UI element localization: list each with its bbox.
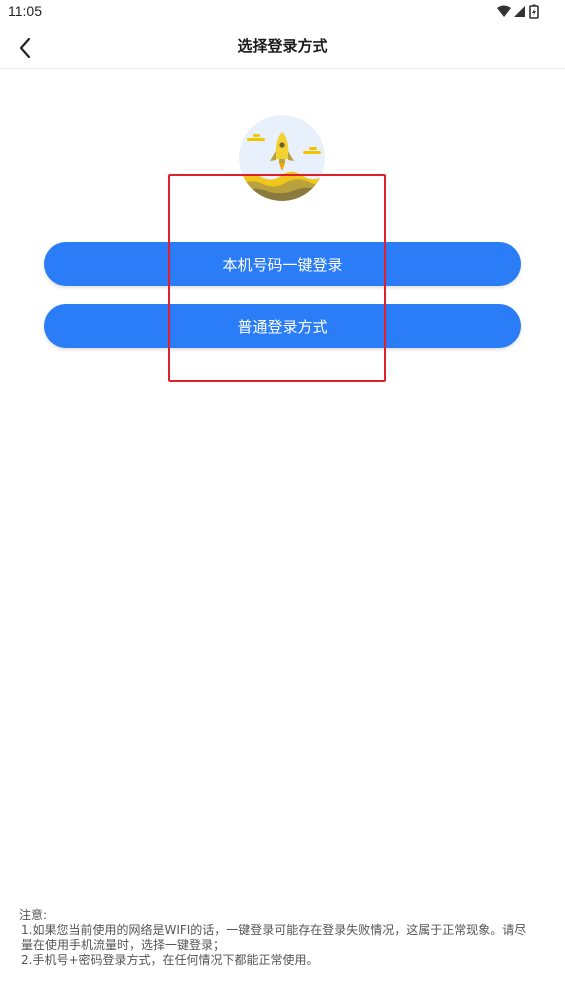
cell-signal-icon (514, 6, 525, 17)
notice-item-1: 1.如果您当前使用的网络是WIFI的话，一键登录可能存在登录失败情况，这属于正常… (21, 923, 527, 952)
wifi-icon (497, 5, 511, 17)
normal-login-button[interactable]: 普通登录方式 (44, 304, 521, 348)
rocket-launch-icon (239, 115, 325, 201)
notice-item-2: 2.手机号+密码登录方式，在任何情况下都能正常使用。 (21, 953, 319, 967)
notice-heading: 注意: (19, 908, 48, 922)
one-click-login-button[interactable]: 本机号码一键登录 (44, 242, 521, 286)
nav-bar: 选择登录方式 (0, 26, 565, 69)
app-logo (239, 115, 325, 201)
one-click-login-label: 本机号码一键登录 (222, 255, 343, 274)
login-method-screen: 11:05 选择登录方式 本机号码一键登录 普通登录方式 注意: 1.如果您当前… (0, 0, 565, 1004)
status-icons (497, 4, 543, 20)
page-title: 选择登录方式 (237, 37, 328, 55)
notice-text: 注意: 1.如果您当前使用的网络是WIFI的话，一键登录可能存在登录失败情况，这… (19, 908, 529, 968)
status-time: 11:05 (8, 3, 42, 19)
normal-login-label: 普通登录方式 (237, 317, 328, 336)
battery-charging-icon (529, 4, 539, 19)
status-bar: 11:05 (0, 0, 565, 26)
